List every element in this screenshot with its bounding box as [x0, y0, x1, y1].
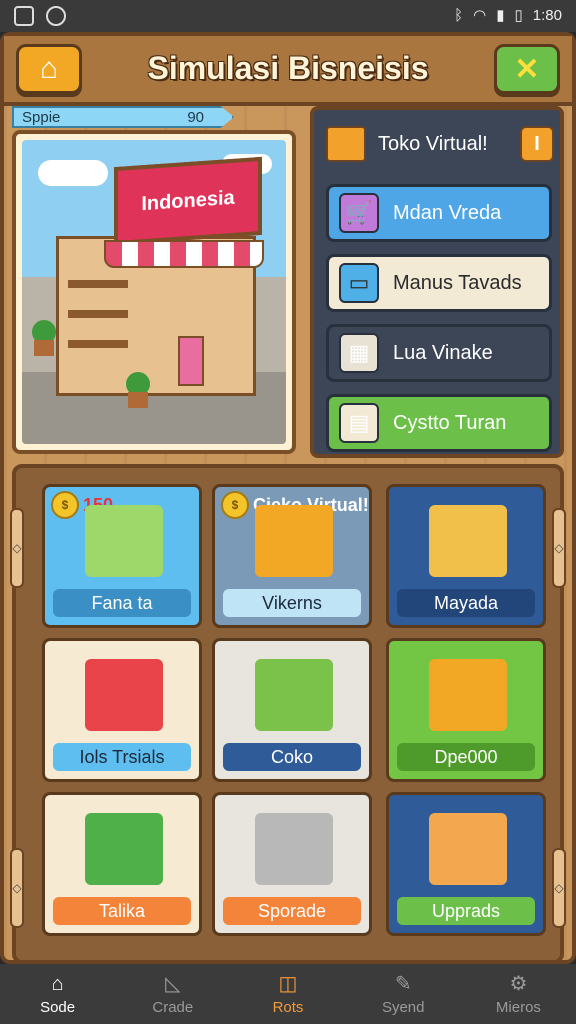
card-icon: ▭: [339, 263, 379, 303]
menu-button-cystto-turan[interactable]: ▤ Cystto Turan: [326, 394, 552, 452]
gift-box-icon: [85, 813, 163, 885]
nav-item-mieros[interactable]: ⚙ Mieros: [461, 964, 576, 1024]
battery-icon: ▯: [514, 7, 523, 24]
mug-icon: [429, 813, 507, 885]
tile-mayada[interactable]: Mayada: [386, 484, 546, 628]
compass-icon: [46, 6, 66, 26]
store-preview: Indonesia: [12, 130, 296, 454]
nav-item-crade[interactable]: ◺ Crade: [115, 964, 230, 1024]
item-grid: ◇ ◇ ◇ ◇ $150 Fana ta $Cieko Virtual! Vik…: [10, 464, 566, 964]
home-icon: ⌂: [39, 52, 59, 85]
info-button[interactable]: I: [520, 126, 554, 162]
clock: 1:80: [532, 6, 562, 24]
cart-icon: 🛒: [339, 193, 379, 233]
tile-dpe000[interactable]: Dpe000: [386, 638, 546, 782]
apple-cart-icon: [85, 659, 163, 731]
close-icon: ✕: [514, 52, 540, 86]
signal-icon: ▮: [496, 7, 505, 24]
menu-button-mdan-vreda[interactable]: 🛒 Mdan Vreda: [326, 184, 552, 242]
side-panel: Toko Virtual! I 🛒 Mdan Vreda ▭ Manus Tav…: [310, 106, 564, 458]
progress-value: 90: [187, 108, 204, 126]
tile-fana-ta[interactable]: $150 Fana ta: [42, 484, 202, 628]
grocery-cart-icon: [255, 659, 333, 731]
tile-vikerns[interactable]: $Cieko Virtual! Vikerns: [212, 484, 372, 628]
box-icon: [326, 126, 366, 162]
wifi-icon: ◠: [473, 7, 487, 24]
gallery-icon: [14, 6, 34, 26]
shopping-cart-icon: [255, 813, 333, 885]
bag-icon: ◫: [278, 972, 298, 995]
shoe-icon: ◺: [165, 972, 181, 995]
awning: [104, 240, 264, 268]
tile-sporade[interactable]: Sporade: [212, 792, 372, 936]
progress-label: Sppie: [22, 108, 61, 126]
tile-talika[interactable]: Talika: [42, 792, 202, 936]
right-handle-top[interactable]: ◇: [552, 508, 566, 588]
page-title: Simulasi Bisneisis: [147, 50, 429, 86]
atm-kiosk: [178, 336, 204, 386]
bottom-nav: ⌂ Sode ◺ Crade ◫ Rots ✎ Syend ⚙ Mieros: [0, 964, 576, 1024]
coin-icon: $: [221, 491, 249, 519]
tile-upprads[interactable]: Upprads: [386, 792, 546, 936]
progress-tag: Sppie 90: [12, 106, 234, 128]
tile-coko[interactable]: Coko: [212, 638, 372, 782]
bluetooth-icon: ᛒ: [454, 6, 464, 24]
left-handle-bottom[interactable]: ◇: [10, 848, 24, 928]
right-handle-bottom[interactable]: ◇: [552, 848, 566, 928]
book-icon: ▤: [339, 403, 379, 443]
side-panel-header: Toko Virtual! I: [326, 120, 554, 168]
coin-icon: $: [51, 491, 79, 519]
left-handle-top[interactable]: ◇: [10, 508, 24, 588]
home-icon: ⌂: [51, 972, 64, 995]
book-coin-icon: [429, 659, 507, 731]
side-panel-title: Toko Virtual!: [378, 132, 488, 155]
store-sign: Indonesia: [114, 156, 262, 246]
header: ⌂ Simulasi Bisneisis ✕: [4, 36, 572, 106]
home-button[interactable]: ⌂: [16, 44, 82, 94]
box-cart-icon: [255, 505, 333, 577]
nav-item-sode[interactable]: ⌂ Sode: [0, 964, 115, 1024]
wrench-icon: ✎: [394, 972, 412, 995]
calculator-icon: ▦: [339, 333, 379, 373]
vegetable-cart-icon: [85, 505, 163, 577]
stacked-books-icon: [429, 505, 507, 577]
tile-iols-trsials[interactable]: Iols Trsials: [42, 638, 202, 782]
game-window: ⌂ Simulasi Bisneisis ✕ Sppie 90 Indonesi…: [0, 32, 576, 964]
nav-item-rots[interactable]: ◫ Rots: [230, 964, 345, 1024]
menu-button-manus-tavads[interactable]: ▭ Manus Tavads: [326, 254, 552, 312]
nav-item-syend[interactable]: ✎ Syend: [346, 964, 461, 1024]
status-bar: ᛒ ◠ ▮ ▯ 1:80: [0, 0, 576, 32]
close-button[interactable]: ✕: [494, 44, 560, 94]
menu-button-lua-vinake[interactable]: ▦ Lua Vinake: [326, 324, 552, 382]
store-illustration: Indonesia: [22, 140, 286, 444]
gear-icon: ⚙: [509, 972, 528, 995]
